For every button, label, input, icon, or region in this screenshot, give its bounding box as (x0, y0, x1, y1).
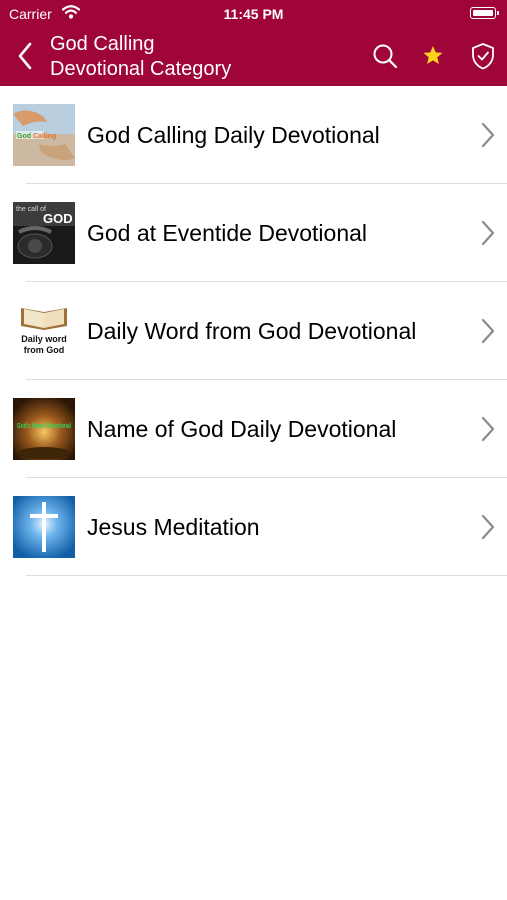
thumb-caption-line-2: from God (24, 345, 65, 355)
thumb-caption-line-1: Daily word (21, 334, 67, 344)
gods-name-devotional-image: God's Name Devotional (13, 398, 75, 460)
search-icon (373, 44, 398, 69)
the-call-of-god-telephone-image: the call of GOD (13, 202, 75, 264)
svg-text:Calling: Calling (33, 133, 56, 140)
chevron-right-icon (481, 122, 495, 148)
page-title: God Calling Devotional Category (50, 32, 231, 82)
nav-bar: God Calling Devotional Category (0, 28, 507, 86)
divider (26, 575, 507, 576)
shield-check-icon (472, 43, 494, 70)
hands-reaching-image: God Calling (13, 104, 75, 166)
shield-button[interactable] (469, 41, 497, 71)
chevron-right-icon (481, 416, 495, 442)
title-line-2: Devotional Category (50, 58, 232, 80)
star-icon (423, 46, 443, 64)
category-list: God Calling God Calling Daily Devotional… (0, 86, 507, 576)
svg-text:the call of: the call of (16, 206, 46, 213)
favorites-button[interactable] (419, 41, 447, 71)
chevron-left-icon (18, 42, 32, 70)
battery-icon (470, 7, 499, 19)
back-button[interactable] (14, 40, 38, 72)
glowing-cross-image (13, 496, 75, 558)
chevron-right-icon (481, 318, 495, 344)
svg-text:GOD: GOD (43, 211, 73, 226)
list-item-label: Name of God Daily Devotional (87, 416, 397, 442)
list-item-label: Jesus Meditation (87, 514, 260, 540)
list-item-label: God Calling Daily Devotional (87, 122, 380, 148)
thumb-caption: God's Name Devotional (17, 421, 71, 430)
chevron-right-icon (481, 220, 495, 246)
list-item[interactable]: God's Name Devotional Name of God Daily … (0, 380, 507, 478)
title-line-1: God Calling (50, 33, 155, 55)
list-item[interactable]: God Calling God Calling Daily Devotional (0, 86, 507, 184)
list-item-label: Daily Word from God Devotional (87, 318, 417, 344)
list-item[interactable]: Daily word from God Daily Word from God … (0, 282, 507, 380)
open-bible-image: Daily word from God (13, 300, 75, 362)
list-item[interactable]: the call of GOD God at Eventide Devotion… (0, 184, 507, 282)
chevron-right-icon (481, 514, 495, 540)
search-button[interactable] (371, 41, 399, 71)
clock: 11:45 PM (223, 6, 284, 22)
status-bar: Carrier 11:45 PM (0, 0, 507, 28)
list-item-label: God at Eventide Devotional (87, 220, 368, 246)
header: Carrier 11:45 PM God Calling Devotional … (0, 0, 507, 86)
svg-text:God: God (17, 133, 31, 140)
list-item[interactable]: Jesus Meditation (0, 478, 507, 576)
